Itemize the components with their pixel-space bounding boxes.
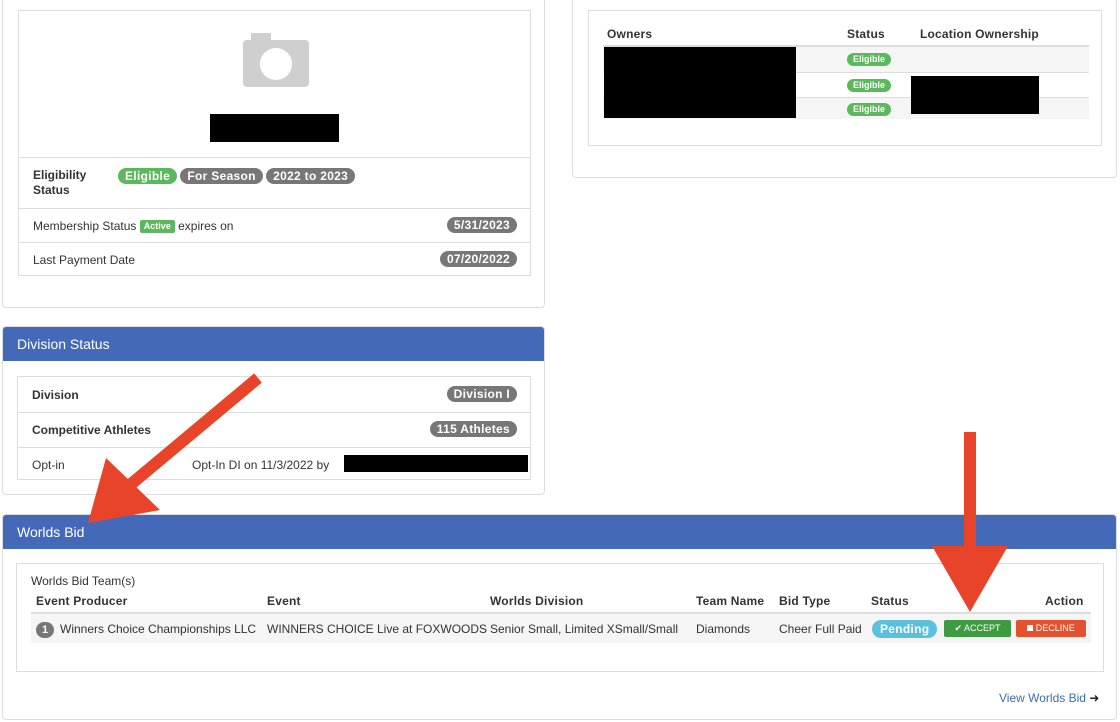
location-redacted <box>911 76 1039 114</box>
expiry-date-badge: 5/31/2023 <box>446 217 517 233</box>
pending-status-badge: Pending <box>872 620 938 638</box>
team-name-cell: Diamonds <box>696 622 751 636</box>
division-label: Division <box>32 388 79 402</box>
col-status: Status <box>871 594 909 608</box>
eligibility-row: Eligibility Status Eligible For Season 2… <box>19 157 530 207</box>
col-bid-type: Bid Type <box>779 594 831 608</box>
profile-name-redacted <box>210 114 339 142</box>
table-row: 1 Winners Choice Championships LLC WINNE… <box>31 614 1091 643</box>
col-event-producer: Event Producer <box>36 594 128 608</box>
col-action: Action <box>1045 594 1084 608</box>
owners-header: Owners <box>607 27 653 41</box>
owners-names-redacted <box>604 47 796 118</box>
check-icon: ✔ <box>954 623 962 633</box>
expires-label: expires on <box>178 219 234 233</box>
optin-label: Opt-in <box>32 458 65 472</box>
decline-button[interactable]: DECLINE <box>1016 620 1086 637</box>
worlds-bid-panel: Worlds Bid Worlds Bid Team(s) Event Prod… <box>2 514 1117 720</box>
membership-label-text: Membership Status <box>33 219 137 233</box>
membership-row: Membership Status Active expires on 5/31… <box>19 208 530 242</box>
worlds-bid-title: Worlds Bid <box>3 515 1116 549</box>
division-panel: Division Status Division Division I Comp… <box>2 326 545 495</box>
owners-card: Owners Status Location Ownership Eligibl… <box>588 10 1102 146</box>
row-index-badge: 1 <box>36 622 55 638</box>
location-ownership-header: Location Ownership <box>920 27 1039 41</box>
event-producer-cell: Winners Choice Championships LLC <box>60 622 257 636</box>
season-range-badge: 2022 to 2023 <box>266 168 356 184</box>
col-worlds-division: Worlds Division <box>490 594 584 608</box>
accept-label: ACCEPT <box>964 623 1001 633</box>
owners-status-header: Status <box>847 27 885 41</box>
owner-status-badge: Eligible <box>847 53 892 66</box>
decline-label: DECLINE <box>1035 623 1075 633</box>
view-worlds-bid-label: View Worlds Bid <box>999 691 1086 705</box>
accept-button[interactable]: ✔ ACCEPT <box>944 620 1011 637</box>
eligibility-label: Eligibility Status <box>33 168 87 197</box>
eligibility-badges: Eligible For Season 2022 to 2023 <box>118 168 356 184</box>
optin-user-redacted <box>344 455 528 472</box>
worlds-bid-card: Worlds Bid Team(s) Event Producer Event … <box>16 563 1104 672</box>
division-row: Division Division I <box>18 377 530 412</box>
athletes-row: Competitive Athletes 115 Athletes <box>18 412 530 447</box>
bid-type-cell: Cheer Full Paid <box>779 622 862 636</box>
event-cell: WINNERS CHOICE Live at FOXWOODS <box>267 622 488 636</box>
owner-status-badge: Eligible <box>847 79 892 92</box>
optin-row: Opt-in Opt-In DI on 11/3/2022 by <box>18 447 530 481</box>
profile-card: Eligibility Status Eligible For Season 2… <box>18 10 531 276</box>
last-payment-row: Last Payment Date 07/20/2022 <box>19 242 530 276</box>
division-badge: Division I <box>446 386 517 402</box>
eligible-badge: Eligible <box>118 168 178 184</box>
membership-label: Membership Status Active expires on <box>33 219 233 233</box>
view-worlds-bid-link[interactable]: View Worlds Bid ➜ <box>999 691 1099 705</box>
division-card: Division Division I Competitive Athletes… <box>17 376 531 480</box>
worlds-division-cell: Senior Small, Limited XSmall/Small <box>490 622 679 636</box>
optin-text: Opt-In DI on 11/3/2022 by <box>192 458 330 472</box>
owners-panel: Owners Status Location Ownership Eligibl… <box>572 0 1117 178</box>
camera-icon <box>243 33 309 96</box>
athletes-label: Competitive Athletes <box>32 423 151 437</box>
athletes-badge: 115 Athletes <box>429 421 517 437</box>
arrow-right-icon: ➜ <box>1089 691 1100 705</box>
stop-icon <box>1027 625 1034 631</box>
col-team-name: Team Name <box>696 594 765 608</box>
last-payment-badge: 07/20/2022 <box>439 251 517 267</box>
worlds-bid-subtitle: Worlds Bid Team(s) <box>31 574 136 588</box>
division-title: Division Status <box>3 327 544 361</box>
last-payment-label: Last Payment Date <box>33 253 136 267</box>
owner-status-badge: Eligible <box>847 103 892 116</box>
season-badge: For Season <box>180 168 263 184</box>
col-event: Event <box>267 594 301 608</box>
active-badge: Active <box>139 220 175 233</box>
profile-panel: Eligibility Status Eligible For Season 2… <box>2 0 545 308</box>
